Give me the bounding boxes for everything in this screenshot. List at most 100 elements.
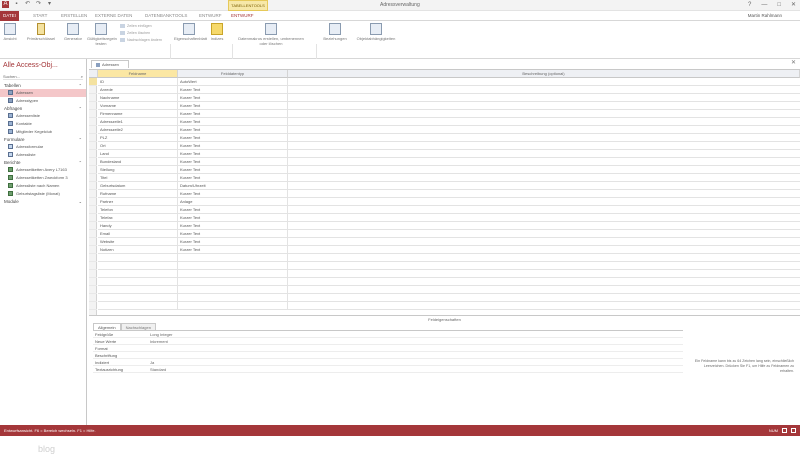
field-name-cell[interactable] <box>98 278 178 286</box>
row-selector[interactable] <box>89 278 97 286</box>
nav-pane-title[interactable]: Alle Access-Obj... <box>3 61 58 70</box>
close-icon[interactable]: ✕ <box>791 0 796 10</box>
table-row[interactable]: Nachname Kurzer Text <box>89 94 800 102</box>
tab-start[interactable]: START <box>30 11 50 21</box>
field-name-cell[interactable]: Notizen <box>98 246 178 254</box>
description-cell[interactable] <box>288 254 800 262</box>
field-name-cell[interactable] <box>98 294 178 302</box>
row-selector[interactable] <box>89 166 97 174</box>
maximize-icon[interactable]: □ <box>777 0 781 10</box>
document-tab-adressen[interactable]: Adressen <box>91 60 129 68</box>
tab-design[interactable]: ENTWURF <box>196 11 225 21</box>
row-selector[interactable] <box>89 270 97 278</box>
table-row[interactable]: Email Kurzer Text <box>89 230 800 238</box>
row-selector[interactable] <box>89 206 97 214</box>
field-name-cell[interactable]: Ort <box>98 142 178 150</box>
description-cell[interactable] <box>288 238 800 246</box>
description-cell[interactable] <box>288 134 800 142</box>
row-selector[interactable] <box>89 118 97 126</box>
column-header-description[interactable]: Beschreibung (optional) <box>288 70 800 78</box>
data-type-cell[interactable]: Kurzer Text <box>178 246 288 254</box>
field-name-cell[interactable]: Website <box>98 238 178 246</box>
data-type-cell[interactable]: AutoWert <box>178 78 288 86</box>
description-cell[interactable] <box>288 142 800 150</box>
property-row[interactable]: Format <box>93 345 683 352</box>
table-row[interactable] <box>89 270 800 278</box>
field-name-cell[interactable]: Bundesland <box>98 158 178 166</box>
data-type-cell[interactable] <box>178 270 288 278</box>
nav-item[interactable]: Adressformular <box>0 143 86 151</box>
description-cell[interactable] <box>288 110 800 118</box>
primary-key-icon[interactable] <box>89 78 97 86</box>
field-name-cell[interactable] <box>98 286 178 294</box>
data-type-cell[interactable]: Kurzer Text <box>178 134 288 142</box>
row-selector[interactable] <box>89 190 97 198</box>
row-selector[interactable] <box>89 198 97 206</box>
data-type-cell[interactable]: Datum/Uhrzeit <box>178 182 288 190</box>
field-name-cell[interactable] <box>98 270 178 278</box>
nav-item[interactable]: Adressliste nach Namen <box>0 182 86 190</box>
property-sheet-button[interactable]: Eigenschaftenblatt <box>174 23 207 41</box>
save-icon[interactable]: ▪ <box>13 1 20 8</box>
object-dependencies-button[interactable]: Objektabhängigkeiten <box>352 23 400 41</box>
nav-item[interactable]: Adresstypen <box>0 97 86 105</box>
test-rules-button[interactable]: Gültigkeitsregeln testen <box>87 23 117 46</box>
tab-external-data[interactable]: EXTERNE DATEN <box>92 11 135 21</box>
row-selector[interactable] <box>89 238 97 246</box>
table-row[interactable]: Bundesland Kurzer Text <box>89 158 800 166</box>
row-selector[interactable] <box>89 254 97 262</box>
insert-rows-button[interactable]: Zeilen einfügen <box>120 24 152 29</box>
table-row[interactable]: ID AutoWert <box>89 78 800 86</box>
data-type-cell[interactable]: Kurzer Text <box>178 166 288 174</box>
nav-item[interactable]: Geburtstagsliste (Monat) <box>0 190 86 198</box>
description-cell[interactable] <box>288 94 800 102</box>
field-name-cell[interactable]: Vorname <box>98 102 178 110</box>
builder-button[interactable]: Generator <box>62 23 84 41</box>
data-type-cell[interactable]: Kurzer Text <box>178 230 288 238</box>
field-name-cell[interactable]: Nachname <box>98 94 178 102</box>
field-name-cell[interactable]: Titel <box>98 174 178 182</box>
row-selector[interactable] <box>89 246 97 254</box>
nav-section-header[interactable]: Tabellen ⌃ <box>0 82 86 89</box>
description-cell[interactable] <box>288 246 800 254</box>
field-name-cell[interactable]: Adresszeile2 <box>98 126 178 134</box>
data-type-cell[interactable]: Kurzer Text <box>178 206 288 214</box>
data-type-cell[interactable]: Kurzer Text <box>178 174 288 182</box>
field-name-cell[interactable]: PLZ <box>98 134 178 142</box>
column-header-data-type[interactable]: Felddatentyp <box>178 70 288 78</box>
nav-section-header[interactable]: Formulare ⌃ <box>0 136 86 143</box>
data-type-cell[interactable] <box>178 254 288 262</box>
nav-section-header[interactable]: Module ⌄ <box>0 198 86 205</box>
data-type-cell[interactable] <box>178 286 288 294</box>
nav-item[interactable]: Adressetiketten Avery L7163 <box>0 166 86 174</box>
data-type-cell[interactable]: Kurzer Text <box>178 126 288 134</box>
row-selector[interactable] <box>89 158 97 166</box>
data-type-cell[interactable]: Kurzer Text <box>178 142 288 150</box>
property-value[interactable]: Ja <box>150 359 154 366</box>
minimize-icon[interactable]: — <box>761 0 767 10</box>
field-name-cell[interactable] <box>98 254 178 262</box>
data-type-cell[interactable] <box>178 302 288 310</box>
property-value[interactable]: Long Integer <box>150 331 172 338</box>
nav-section-header[interactable]: Abfragen ⌃ <box>0 105 86 112</box>
row-selector[interactable] <box>89 102 97 110</box>
row-selector[interactable] <box>89 134 97 142</box>
field-name-cell[interactable]: Telefon <box>98 206 178 214</box>
description-cell[interactable] <box>288 230 800 238</box>
customize-icon[interactable]: ▾ <box>46 1 53 8</box>
primary-key-button[interactable]: Primärschlüssel <box>26 23 56 41</box>
tab-general[interactable]: Allgemein <box>93 323 121 330</box>
row-selector[interactable] <box>89 262 97 270</box>
table-row[interactable] <box>89 294 800 302</box>
description-cell[interactable] <box>288 222 800 230</box>
field-name-cell[interactable]: Partner <box>98 198 178 206</box>
field-name-cell[interactable] <box>98 302 178 310</box>
nav-item[interactable]: Kontakte <box>0 120 86 128</box>
table-row[interactable]: PLZ Kurzer Text <box>89 134 800 142</box>
table-row[interactable]: Handy Kurzer Text <box>89 222 800 230</box>
table-row[interactable] <box>89 278 800 286</box>
data-type-cell[interactable]: Kurzer Text <box>178 150 288 158</box>
tab-lookup[interactable]: Nachschlagen <box>120 323 156 330</box>
table-row[interactable]: Website Kurzer Text <box>89 238 800 246</box>
description-cell[interactable] <box>288 262 800 270</box>
